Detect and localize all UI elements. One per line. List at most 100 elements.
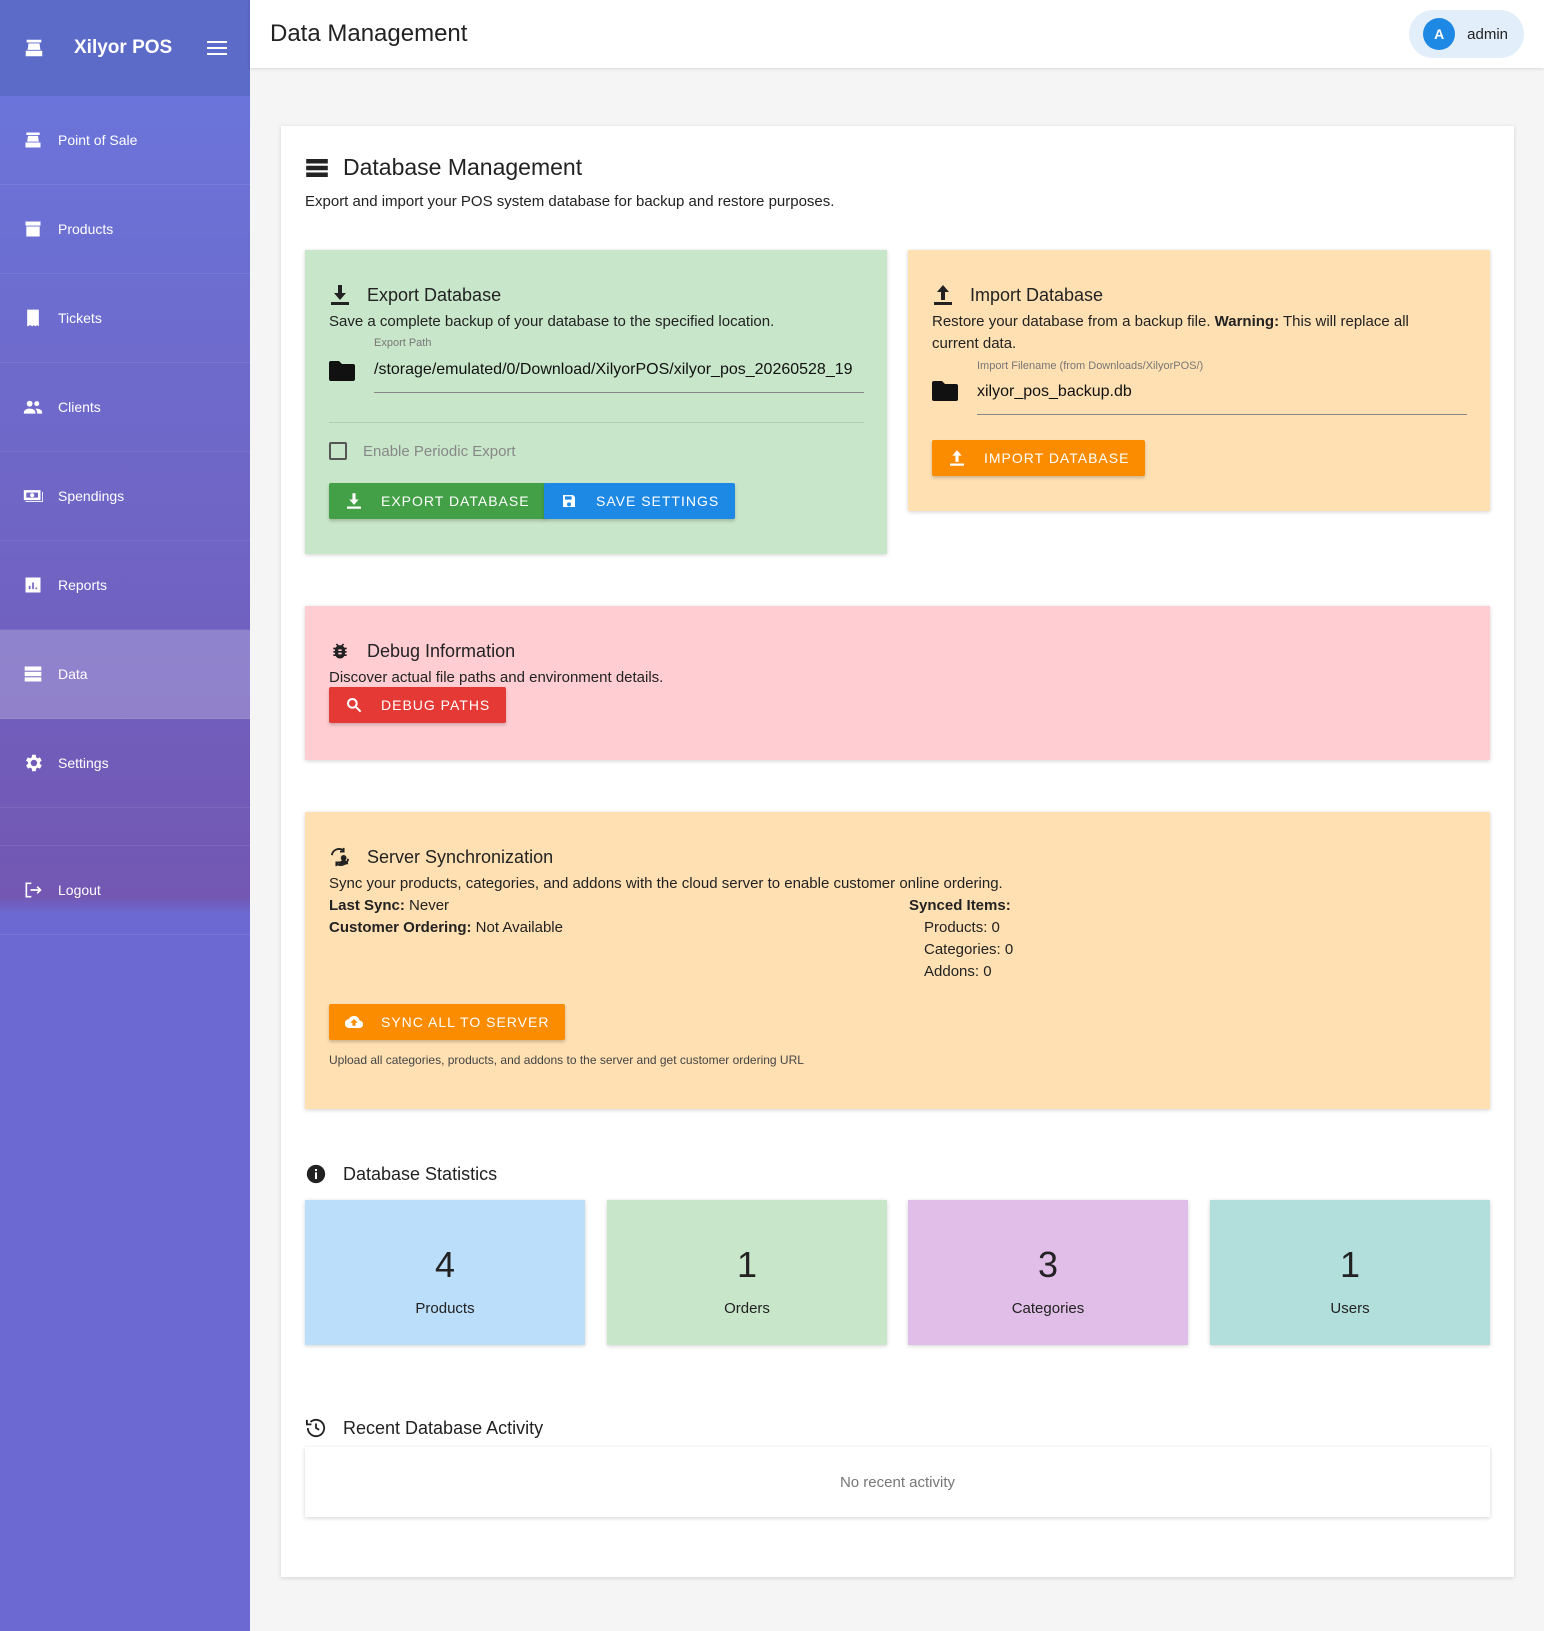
debug-title: Debug Information <box>329 640 515 662</box>
section-title-text: Database Management <box>343 154 583 180</box>
last-sync-value: Never <box>404 897 450 914</box>
last-sync-label: Last Sync: <box>329 897 405 914</box>
customer-ordering: Customer Ordering: Not Available <box>329 917 563 939</box>
stat-value: 1 <box>736 1244 758 1285</box>
page-title: Data Management <box>270 20 468 47</box>
cash-icon <box>22 485 44 507</box>
stat-value: 4 <box>434 1244 456 1285</box>
button-label: SAVE SETTINGS <box>596 493 720 509</box>
export-title: Export Database <box>329 284 501 306</box>
search-icon <box>345 696 363 714</box>
sidebar-item-clients[interactable]: Clients <box>0 363 250 452</box>
app-name: Xilyor POS <box>74 37 173 58</box>
sync-user-icon <box>329 846 351 868</box>
logout-icon <box>22 879 44 901</box>
button-label: IMPORT DATABASE <box>984 450 1130 466</box>
last-sync: Last Sync: Never <box>329 895 449 917</box>
export-title-text: Export Database <box>367 284 502 305</box>
avatar: A <box>1423 18 1456 50</box>
sidebar-item-reports[interactable]: Reports <box>0 541 250 630</box>
debug-description: Discover actual file paths and environme… <box>329 669 664 686</box>
synced-items-label: Synced Items: <box>909 897 1011 914</box>
import-database-button[interactable]: IMPORT DATABASE <box>932 440 1146 476</box>
debug-title-text: Debug Information <box>367 640 516 661</box>
cash-register-icon <box>20 34 48 62</box>
bug-icon <box>329 640 351 662</box>
sidebar: Xilyor POS Point of Sale Products Ticket… <box>0 0 250 1631</box>
sidebar-item-data[interactable]: Data <box>0 630 250 719</box>
import-filename-input[interactable]: xilyor_pos_backup.db <box>977 383 1467 401</box>
hamburger-menu-icon[interactable] <box>204 35 230 61</box>
sidebar-header: Xilyor POS <box>0 0 250 96</box>
customer-ordering-value: Not Available <box>471 919 563 936</box>
stat-value: 1 <box>1339 1244 1361 1285</box>
sidebar-item-label: Data <box>58 666 88 682</box>
section-subtitle: Export and import your POS system databa… <box>305 193 835 210</box>
sync-all-button[interactable]: SYNC ALL TO SERVER <box>329 1004 566 1040</box>
export-path-input[interactable]: /storage/emulated/0/Download/XilyorPOS/x… <box>374 361 864 379</box>
button-label: SYNC ALL TO SERVER <box>381 1014 550 1030</box>
sidebar-item-spendings[interactable]: Spendings <box>0 452 250 541</box>
database-management-heading: Database Management <box>305 154 582 181</box>
gear-icon <box>22 752 44 774</box>
synced-categories: Categories: 0 <box>924 941 1014 958</box>
debug-paths-button[interactable]: DEBUG PATHS <box>329 687 507 723</box>
top-bar: Data Management A admin <box>250 0 1544 68</box>
stat-card-users: 1 Users <box>1210 1200 1490 1345</box>
divider <box>329 422 864 423</box>
sidebar-item-point-of-sale[interactable]: Point of Sale <box>0 96 250 185</box>
export-path-label: Export Path <box>374 337 432 349</box>
download-icon <box>345 492 363 510</box>
stat-label: Orders <box>724 1300 770 1317</box>
save-settings-button[interactable]: SAVE SETTINGS <box>544 483 736 519</box>
sidebar-item-products[interactable]: Products <box>0 185 250 274</box>
import-filename-underline <box>977 414 1467 415</box>
synced-products: Products: 0 <box>924 919 1000 936</box>
receipt-icon <box>22 307 44 329</box>
sidebar-item-tickets[interactable]: Tickets <box>0 274 250 363</box>
empty-activity-text: No recent activity <box>839 1473 956 1491</box>
upload-icon <box>948 449 966 467</box>
stat-card-orders: 1 Orders <box>607 1200 887 1345</box>
import-title: Import Database <box>932 284 1103 306</box>
save-icon <box>560 492 578 510</box>
import-description: Restore your database from a backup file… <box>932 311 1452 355</box>
sidebar-spacer <box>0 808 250 846</box>
export-database-button[interactable]: EXPORT DATABASE <box>329 483 546 519</box>
sidebar-item-logout[interactable]: Logout <box>0 846 250 935</box>
periodic-export-row: Enable Periodic Export <box>329 442 516 460</box>
activity-list: No recent activity <box>305 1447 1490 1517</box>
sync-hint: Upload all categories, products, and add… <box>329 1053 804 1067</box>
history-icon <box>305 1417 327 1439</box>
user-menu[interactable]: A admin <box>1409 10 1524 58</box>
customer-ordering-label: Customer Ordering: <box>329 919 472 936</box>
stat-label: Products <box>415 1300 475 1317</box>
sidebar-item-label: Settings <box>58 755 109 771</box>
stat-card-products: 4 Products <box>305 1200 585 1345</box>
import-title-text: Import Database <box>970 284 1104 305</box>
sidebar-item-label: Logout <box>58 882 101 898</box>
export-panel: Export Database Save a complete backup o… <box>305 250 887 554</box>
sidebar-item-settings[interactable]: Settings <box>0 719 250 808</box>
user-name: admin <box>1467 25 1508 43</box>
sidebar-item-label: Spendings <box>58 488 125 504</box>
sync-description: Sync your products, categories, and addo… <box>329 875 1003 892</box>
stat-label: Users <box>1330 1300 1370 1317</box>
database-icon <box>22 663 44 685</box>
stats-title-text: Database Statistics <box>343 1163 498 1184</box>
cloud-upload-icon <box>345 1013 363 1031</box>
main-card: Database Management Export and import yo… <box>281 126 1514 1577</box>
export-description: Save a complete backup of your database … <box>329 313 775 330</box>
folder-icon <box>932 381 960 403</box>
activity-title-text: Recent Database Activity <box>343 1417 544 1438</box>
sync-title: Server Synchronization <box>329 846 553 868</box>
stat-card-categories: 3 Categories <box>908 1200 1188 1345</box>
button-label: EXPORT DATABASE <box>381 493 530 509</box>
sidebar-item-label: Clients <box>58 399 101 415</box>
periodic-export-checkbox[interactable] <box>329 442 347 460</box>
sync-panel: Server Synchronization Sync your product… <box>305 812 1490 1109</box>
info-icon <box>305 1163 327 1185</box>
periodic-export-label: Enable Periodic Export <box>363 442 516 460</box>
sync-title-text: Server Synchronization <box>367 846 554 867</box>
export-path-underline <box>374 392 864 393</box>
